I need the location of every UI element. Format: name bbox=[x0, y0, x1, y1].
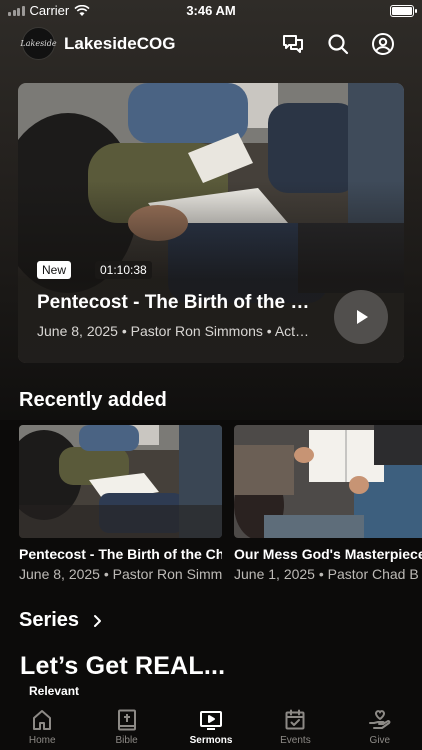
events-icon bbox=[285, 709, 305, 730]
tab-events[interactable]: Events bbox=[253, 700, 337, 750]
chevron-right-icon bbox=[94, 614, 102, 627]
duration-badge: 01:10:38 bbox=[95, 261, 152, 279]
featured-sermon-meta: June 8, 2025 • Pastor Ron Simmons • Acts… bbox=[37, 323, 312, 339]
status-bar: Carrier 3:46 AM bbox=[0, 0, 422, 22]
church-logo[interactable]: Lakeside bbox=[20, 27, 57, 60]
new-badge: New bbox=[37, 261, 72, 279]
recently-added-title: Recently added bbox=[19, 389, 167, 411]
chat-icon[interactable] bbox=[281, 32, 305, 56]
sermon-meta: June 1, 2025 • Pastor Chad B bbox=[234, 566, 419, 582]
search-icon[interactable] bbox=[326, 32, 350, 56]
sermons-icon bbox=[200, 711, 223, 730]
sermon-card[interactable]: Pentecost - The Birth of the Church June… bbox=[19, 425, 222, 582]
home-icon bbox=[33, 710, 52, 730]
sermon-title: Pentecost - The Birth of the Church bbox=[19, 546, 222, 562]
app-title: LakesideCOG bbox=[64, 34, 176, 53]
play-button[interactable] bbox=[334, 290, 388, 344]
tab-bar: Home Bible Sermons Events Give bbox=[0, 700, 422, 750]
tab-give[interactable]: Give bbox=[338, 700, 422, 750]
sermon-thumbnail bbox=[19, 425, 222, 538]
featured-sermon-card[interactable]: New 01:10:38 Pentecost - The Birth of th… bbox=[18, 83, 404, 363]
series-header[interactable]: Series bbox=[19, 609, 103, 632]
profile-icon[interactable] bbox=[371, 32, 395, 56]
tab-label: Sermons bbox=[189, 735, 233, 746]
sermon-meta: June 8, 2025 • Pastor Ron Simmons bbox=[19, 566, 222, 582]
play-icon bbox=[357, 310, 368, 324]
series-featured-title[interactable]: Let’s Get REAL... bbox=[20, 652, 225, 681]
battery-icon bbox=[390, 5, 417, 17]
bible-icon bbox=[117, 709, 136, 731]
tab-label: Give bbox=[369, 735, 391, 746]
tab-label: Home bbox=[28, 735, 56, 746]
status-time: 3:46 AM bbox=[186, 3, 236, 18]
app-header: Lakeside LakesideCOG bbox=[0, 26, 422, 62]
tab-label: Events bbox=[280, 735, 311, 746]
tab-home[interactable]: Home bbox=[0, 700, 84, 750]
series-featured-subtitle: Relevant bbox=[29, 684, 80, 698]
tab-bible[interactable]: Bible bbox=[84, 700, 168, 750]
logo-text: Lakeside bbox=[20, 39, 57, 48]
sermon-card[interactable]: Our Mess God's Masterpiece June 1, 2025 … bbox=[234, 425, 422, 582]
sermon-thumbnail bbox=[234, 425, 422, 538]
tab-label: Bible bbox=[115, 735, 138, 746]
series-label: Series bbox=[19, 609, 80, 631]
tab-sermons[interactable]: Sermons bbox=[169, 700, 253, 750]
sermon-title: Our Mess God's Masterpiece bbox=[234, 546, 422, 562]
give-icon bbox=[368, 710, 391, 729]
featured-sermon-title: Pentecost - The Birth of the Church bbox=[37, 292, 312, 313]
